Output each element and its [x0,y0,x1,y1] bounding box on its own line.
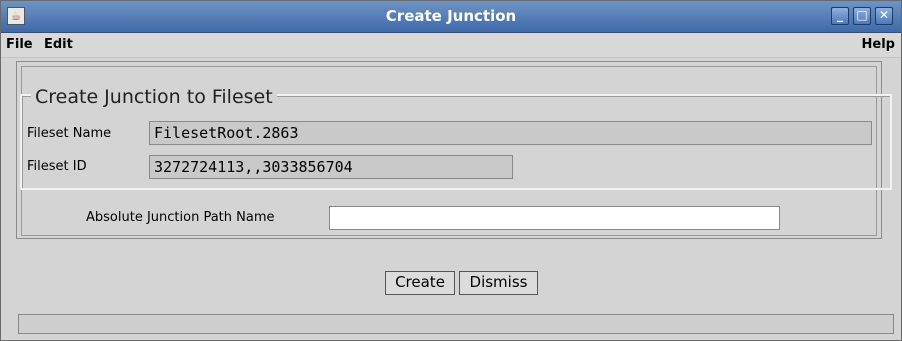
status-bar [18,314,894,334]
junction-path-label: Absolute Junction Path Name [86,210,275,225]
fileset-name-label: Fileset Name [27,126,112,141]
menu-help[interactable]: Help [862,37,895,52]
fileset-name-field[interactable]: FilesetRoot.2863 [149,121,872,145]
menu-edit[interactable]: Edit [44,37,73,52]
maximize-icon[interactable]: □ [853,7,871,25]
create-button[interactable]: Create [385,271,455,295]
minimize-icon[interactable]: _ [831,7,849,25]
fileset-id-field[interactable]: 3272724113,,3033856704 [149,155,513,179]
menu-bar: File Edit Help [1,33,901,58]
title-bar[interactable]: ☕ Create Junction _ □ ✕ [1,1,901,33]
menu-file[interactable]: File [6,37,33,52]
junction-path-input[interactable] [329,206,780,230]
window-title: Create Junction [385,7,517,25]
fileset-id-label: Fileset ID [27,159,87,174]
dismiss-button[interactable]: Dismiss [459,271,538,295]
fileset-groupbox-title: Create Junction to Fileset [31,86,277,108]
close-icon[interactable]: ✕ [875,7,893,25]
